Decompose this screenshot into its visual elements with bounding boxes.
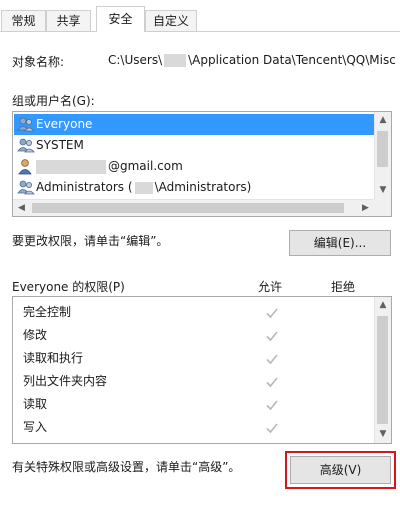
group-user-label: 组或用户名(G):	[12, 94, 95, 108]
checkmark-icon	[266, 377, 278, 388]
scroll-down-icon[interactable]: ▼	[375, 182, 391, 199]
object-path-end: \Application Data\Tencent\QQ\Misc	[188, 53, 396, 67]
scroll-right-icon[interactable]: ▶	[357, 200, 374, 216]
permission-row: 读取	[23, 393, 47, 416]
permission-name: 读取	[23, 397, 48, 411]
redacted-email-name	[36, 159, 106, 174]
list-item-system[interactable]: SYSTEM	[14, 135, 374, 156]
advanced-hint: 有关特殊权限或高级设置，请单击“高级”。	[12, 460, 241, 474]
permission-name: 列出文件夹内容	[23, 374, 108, 388]
list-item-everyone[interactable]: Everyone	[14, 114, 374, 135]
redacted-username	[164, 54, 187, 67]
security-panel: 对象名称: C:\Users\ \Application Data\Tencent…	[0, 32, 400, 518]
permission-name: 完全控制	[23, 305, 72, 319]
permission-row: 列出文件夹内容	[23, 370, 107, 393]
scrollbar-corner	[374, 199, 391, 216]
object-name-label: 对象名称:	[12, 55, 65, 69]
group-users-icon	[17, 180, 35, 195]
scroll-thumb[interactable]	[377, 131, 388, 167]
group-list-vertical-scrollbar[interactable]: ▲ ▼	[374, 112, 391, 199]
admin-prefix: Administrators (	[36, 180, 133, 194]
single-user-icon	[18, 159, 32, 175]
checkmark-icon	[266, 308, 278, 319]
permission-row: 修改	[23, 324, 47, 347]
redacted-computer-name	[134, 181, 153, 194]
tab-general[interactable]: 常规	[1, 10, 46, 31]
user-name: SYSTEM	[36, 138, 84, 152]
user-name: Everyone	[36, 117, 93, 131]
group-users-icon	[17, 117, 35, 132]
permission-name: 写入	[23, 420, 48, 434]
user-email: @gmail.com	[36, 156, 183, 177]
active-tab-cover	[97, 31, 144, 33]
group-users-icon	[17, 138, 35, 153]
object-path-start: C:\Users\	[108, 53, 163, 67]
edit-hint: 要更改权限，请单击“编辑”。	[12, 234, 169, 248]
permission-row: 写入	[23, 416, 47, 439]
scroll-thumb[interactable]	[32, 203, 344, 213]
scroll-left-icon[interactable]: ◀	[13, 200, 30, 216]
group-list-horizontal-scrollbar[interactable]: ◀ ▶	[13, 199, 374, 216]
checkmark-icon	[266, 331, 278, 342]
permissions-vertical-scrollbar[interactable]: ▲ ▼	[374, 297, 391, 443]
checkmark-icon	[266, 354, 278, 365]
permissions-title: Everyone 的权限(P)	[12, 280, 125, 294]
permission-name: 修改	[23, 328, 48, 342]
tab-customize[interactable]: 自定义	[145, 10, 197, 31]
scroll-up-icon[interactable]: ▲	[375, 297, 391, 314]
tab-security[interactable]: 安全	[96, 6, 145, 32]
user-name: Administrators ( \Administrators)	[36, 177, 251, 198]
checkmark-icon	[266, 423, 278, 434]
permission-row: 完全控制	[23, 301, 71, 324]
allow-header: 允许	[258, 280, 283, 294]
admin-suffix: \Administrators)	[154, 180, 252, 194]
list-item-gmail-user[interactable]: @gmail.com	[14, 156, 374, 177]
permissions-list: 完全控制 修改 读取和执行 列出文件夹内容 读取 写入 ▲ ▼	[12, 296, 392, 444]
scroll-down-icon[interactable]: ▼	[375, 426, 391, 443]
deny-header: 拒绝	[331, 280, 356, 294]
permission-row: 读取和执行	[23, 347, 83, 370]
email-domain: @gmail.com	[108, 159, 183, 173]
scroll-thumb[interactable]	[377, 316, 388, 424]
group-user-list[interactable]: Everyone SYSTEM @gmail.com Administrator…	[12, 111, 392, 217]
scroll-up-icon[interactable]: ▲	[375, 112, 391, 129]
advanced-button[interactable]: 高级(V)	[290, 456, 391, 484]
object-path: C:\Users\ \Application Data\Tencent\QQ\Mi…	[108, 53, 396, 67]
tab-strip: 常规 共享 安全 自定义	[0, 0, 400, 33]
edit-button[interactable]: 编辑(E)...	[289, 230, 391, 256]
permission-name: 读取和执行	[23, 351, 84, 365]
tab-sharing[interactable]: 共享	[46, 10, 91, 31]
list-item-administrators[interactable]: Administrators ( \Administrators)	[14, 177, 374, 198]
checkmark-icon	[266, 400, 278, 411]
